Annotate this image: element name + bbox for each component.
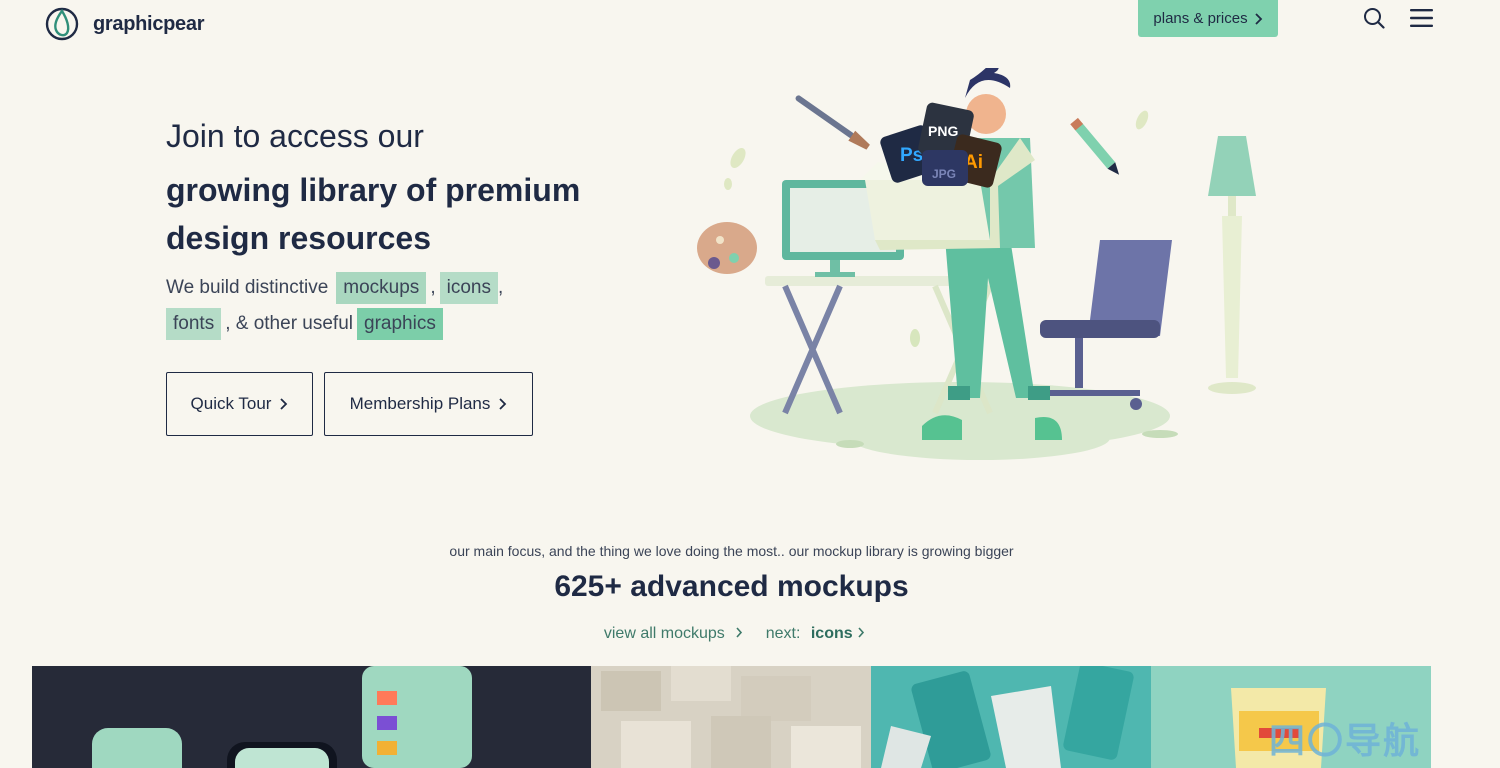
hero-title-bold: growing library of premium design resour… <box>166 172 581 256</box>
mockup-tile-phones[interactable] <box>32 666 591 768</box>
description-middle: , & other useful <box>225 313 353 334</box>
logo[interactable]: graphicpear <box>45 7 204 41</box>
plans-prices-button[interactable]: plans & prices <box>1138 0 1278 37</box>
cup-mockup-image <box>881 666 1134 768</box>
focus-text: our main focus, and the thing we love do… <box>449 543 1014 559</box>
view-all-mockups-label: view all mockups <box>603 625 725 642</box>
description-prefix: We build distinctive <box>166 277 329 298</box>
mockup-tile-boxes[interactable] <box>591 666 871 768</box>
comma: , <box>497 277 504 298</box>
hero-description-line-1: We build distinctive mockups , icons , <box>166 272 503 304</box>
mockup-gallery: 四〇导航 <box>32 666 1431 768</box>
comma: , <box>430 277 436 298</box>
mockup-count-heading: 625+ advanced mockups <box>0 570 1463 604</box>
box-mockup-image <box>601 666 861 768</box>
svg-text:JPG: JPG <box>932 167 956 181</box>
next-icons-link[interactable]: next: icons <box>760 625 865 642</box>
phone-mockup-image <box>92 666 472 768</box>
view-all-mockups-link[interactable]: view all mockups <box>598 625 748 642</box>
plans-prices-label: plans & prices <box>1153 10 1248 27</box>
quick-tour-button[interactable]: Quick Tour <box>166 372 313 436</box>
hero-description-line-2: fonts , & other useful graphics <box>166 308 443 340</box>
chevron-right-icon <box>736 627 743 638</box>
quick-tour-label: Quick Tour <box>190 394 272 413</box>
next-label: icons <box>810 625 853 642</box>
chevron-right-icon <box>499 398 507 410</box>
logo-text: graphicpear <box>93 12 205 35</box>
logo-icon <box>45 7 79 41</box>
tag-mockups[interactable]: mockups <box>336 272 427 304</box>
paint-palette <box>697 222 757 274</box>
tag-graphics[interactable]: graphics <box>357 308 443 340</box>
tag-icons[interactable]: icons <box>439 272 498 304</box>
file-badge-jpg: JPG <box>922 150 968 186</box>
mockup-count-label: advanced mockups <box>630 570 909 603</box>
paint-brush <box>795 95 870 150</box>
section-links: view all mockups next: icons <box>0 625 1463 643</box>
next-prefix: next: <box>765 625 801 642</box>
chevron-right-icon <box>1254 12 1262 25</box>
search-icon[interactable] <box>1363 7 1385 29</box>
mockup-count: 625+ <box>554 570 622 603</box>
hero-title-light: Join to access our <box>166 118 424 154</box>
watermark: 四〇导航 <box>1268 720 1421 761</box>
mockup-tile-chips[interactable]: 四〇导航 <box>1151 666 1431 768</box>
hero-illustration: Ps PNG Ai JPG <box>697 68 1256 460</box>
menu-icon[interactable] <box>1410 8 1433 28</box>
membership-plans-button[interactable]: Membership Plans <box>324 372 533 436</box>
membership-plans-label: Membership Plans <box>349 394 491 413</box>
mockup-tile-cups[interactable] <box>871 666 1151 768</box>
chevron-right-icon <box>280 398 288 410</box>
tag-fonts[interactable]: fonts <box>166 308 222 340</box>
svg-text:PNG: PNG <box>928 123 958 139</box>
chevron-right-icon <box>858 627 865 638</box>
